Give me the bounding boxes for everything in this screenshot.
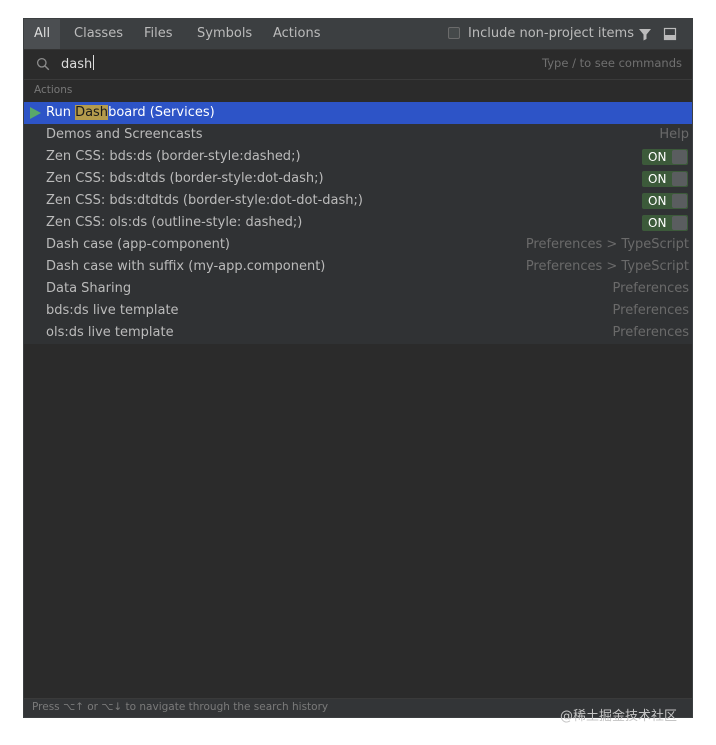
result-row[interactable]: Dash case with suffix (my-app.component)… [24, 256, 692, 278]
text-caret [93, 55, 95, 70]
result-row[interactable]: Zen CSS: ols:ds (outline-style: dashed;)… [24, 212, 692, 234]
result-label: Zen CSS: ols:ds (outline-style: dashed;) [46, 215, 303, 230]
result-location: Preferences [612, 303, 689, 318]
tab-symbols[interactable]: Symbols [187, 19, 262, 49]
result-location: Preferences [612, 325, 689, 340]
result-label: Data Sharing [46, 281, 132, 296]
result-label: ols:ds live template [46, 325, 174, 340]
result-row[interactable]: Zen CSS: bds:ds (border-style:dashed;) O… [24, 146, 692, 168]
footer-hint: Press ⌥↑ or ⌥↓ to navigate through the s… [32, 701, 329, 713]
match-highlight: Dash [75, 105, 109, 120]
result-row-run-dashboard[interactable]: Run Dashboard (Services) [24, 102, 692, 124]
result-label: bds:ds live template [46, 303, 179, 318]
on-toggle[interactable]: ON [642, 193, 688, 209]
search-everywhere-popup: All Classes Files Symbols Actions Includ… [23, 18, 693, 718]
include-non-project-label[interactable]: Include non-project items [468, 19, 634, 49]
result-row[interactable]: Demos and Screencasts Help [24, 124, 692, 146]
result-label: Dash case (app-component) [46, 237, 230, 252]
include-non-project-checkbox[interactable] [448, 27, 460, 39]
layout-icon[interactable] [662, 26, 678, 42]
on-toggle[interactable]: ON [642, 171, 688, 187]
run-icon [30, 107, 41, 119]
result-row[interactable]: Zen CSS: bds:dtdtds (border-style:dot-do… [24, 190, 692, 212]
result-row[interactable]: Data Sharing Preferences [24, 278, 692, 300]
result-row[interactable]: bds:ds live template Preferences [24, 300, 692, 322]
tab-all[interactable]: All [24, 19, 61, 49]
results-list: Run Dashboard (Services) Demos and Scree… [24, 102, 692, 344]
result-row[interactable]: ols:ds live template Preferences [24, 322, 692, 344]
result-row[interactable]: Zen CSS: bds:dtds (border-style:dot-dash… [24, 168, 692, 190]
tab-files[interactable]: Files [134, 19, 183, 49]
result-label: Dash case with suffix (my-app.component) [46, 259, 326, 274]
section-header-actions: Actions [34, 84, 73, 96]
tab-bar: All Classes Files Symbols Actions Includ… [24, 19, 692, 50]
result-label: Zen CSS: bds:dtds (border-style:dot-dash… [46, 171, 324, 186]
result-location: Help [659, 127, 689, 142]
result-location: Preferences > TypeScript [525, 237, 689, 252]
search-icon [36, 57, 50, 71]
search-bar: dash Type / to see commands [24, 50, 692, 80]
tab-actions[interactable]: Actions [263, 19, 331, 49]
result-label: Demos and Screencasts [46, 127, 203, 142]
tab-classes[interactable]: Classes [64, 19, 133, 49]
search-hint: Type / to see commands [542, 56, 682, 70]
watermark: @稀土掘金技术社区 [560, 709, 678, 724]
filter-icon[interactable] [637, 26, 653, 42]
search-query: dash [61, 57, 93, 72]
result-row[interactable]: Dash case (app-component) Preferences > … [24, 234, 692, 256]
on-toggle[interactable]: ON [642, 149, 688, 165]
result-label: Zen CSS: bds:ds (border-style:dashed;) [46, 149, 301, 164]
on-toggle[interactable]: ON [642, 215, 688, 231]
result-location: Preferences > TypeScript [525, 259, 689, 274]
result-location: Preferences [612, 281, 689, 296]
search-input[interactable]: dash [61, 55, 95, 73]
result-label: Run Dashboard (Services) [46, 105, 215, 120]
result-label: Zen CSS: bds:dtdtds (border-style:dot-do… [46, 193, 363, 208]
